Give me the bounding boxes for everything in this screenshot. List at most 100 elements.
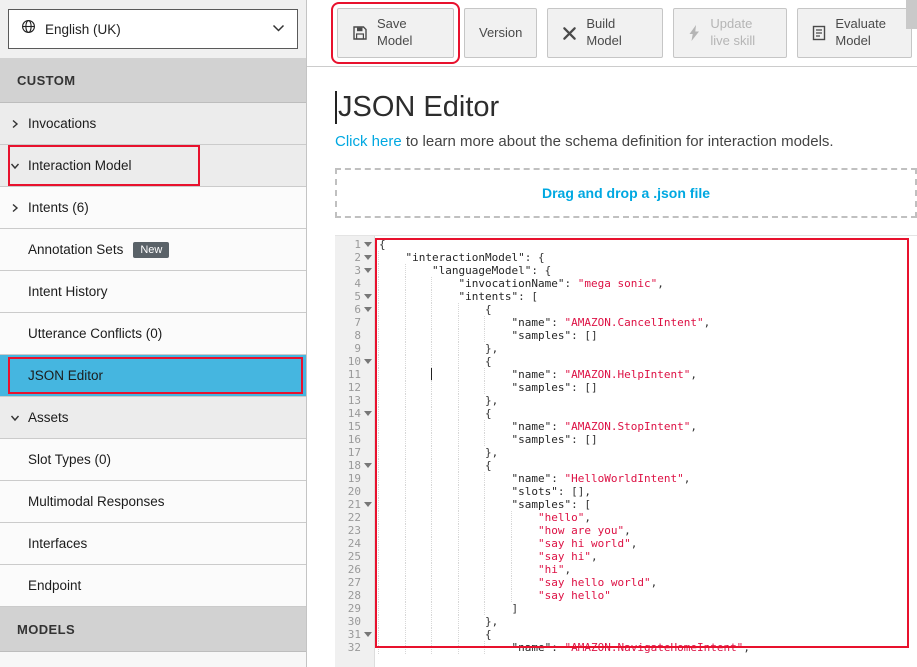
- code-line[interactable]: "samples": []: [379, 329, 917, 342]
- code-line[interactable]: "samples": []: [379, 433, 917, 446]
- editor-code[interactable]: { "interactionModel": { "languageModel":…: [375, 236, 917, 667]
- sidebar-item-intent-history[interactable]: Intent History: [0, 271, 306, 313]
- main-panel: Save ModelVersionBuild ModelUpdate live …: [307, 0, 917, 667]
- code-line[interactable]: "hi",: [379, 563, 917, 576]
- code-line[interactable]: {: [379, 355, 917, 368]
- line-number: 1: [354, 238, 361, 251]
- toolbar-button-label: Version: [479, 25, 522, 42]
- code-line[interactable]: "hello",: [379, 511, 917, 524]
- fold-toggle[interactable]: [364, 359, 372, 364]
- line-number: 11: [348, 368, 361, 381]
- dropzone-label: Drag and drop a .json file: [542, 185, 710, 201]
- line-number: 13: [348, 394, 361, 407]
- schema-help-rest: to learn more about the schema definitio…: [402, 133, 834, 150]
- line-number: 27: [348, 576, 361, 589]
- sidebar-item-invocations[interactable]: Invocations: [0, 103, 306, 145]
- code-line[interactable]: "say hello world",: [379, 576, 917, 589]
- sidebar-item-label: Slot Types (0): [28, 452, 111, 467]
- code-line[interactable]: "name": "HelloWorldIntent",: [379, 472, 917, 485]
- line-number: 16: [348, 433, 361, 446]
- text-cursor: [335, 91, 337, 124]
- sidebar-item-utterance-conflicts-0[interactable]: Utterance Conflicts (0): [0, 313, 306, 355]
- chevron-right-icon: [10, 203, 28, 213]
- sidebar-filler: [0, 652, 306, 667]
- code-line[interactable]: "invocationName": "mega sonic",: [379, 277, 917, 290]
- fold-toggle[interactable]: [364, 411, 372, 416]
- code-line[interactable]: {: [379, 303, 917, 316]
- code-line[interactable]: "languageModel": {: [379, 264, 917, 277]
- sidebar-item-label: JSON Editor: [28, 368, 103, 383]
- code-line[interactable]: "say hi",: [379, 550, 917, 563]
- code-line[interactable]: "say hello": [379, 589, 917, 602]
- code-line[interactable]: {: [379, 628, 917, 641]
- sidebar-item-interfaces[interactable]: Interfaces: [0, 523, 306, 565]
- language-selector[interactable]: English (UK): [8, 9, 298, 49]
- sidebar-item-label: Intents (6): [28, 200, 89, 215]
- line-number: 8: [354, 329, 361, 342]
- sidebar-item-annotation-sets[interactable]: Annotation SetsNew: [0, 229, 306, 271]
- code-line[interactable]: },: [379, 446, 917, 459]
- code-line[interactable]: "samples": []: [379, 381, 917, 394]
- editor-gutter: 1234567891011121314151617181920212223242…: [335, 236, 375, 667]
- code-line[interactable]: },: [379, 342, 917, 355]
- code-line[interactable]: "name": "AMAZON.HelpIntent",: [379, 368, 917, 381]
- sidebar-item-json-editor[interactable]: JSON Editor: [0, 355, 306, 397]
- chevron-down-icon: [10, 161, 28, 171]
- code-line[interactable]: "name": "AMAZON.CancelIntent",: [379, 316, 917, 329]
- custom-section-header: CUSTOM: [0, 58, 306, 103]
- save-model-button[interactable]: Save Model: [337, 8, 454, 58]
- chevron-down-icon: [10, 413, 28, 423]
- fold-toggle[interactable]: [364, 268, 372, 273]
- version-button[interactable]: Version: [464, 8, 537, 58]
- code-line[interactable]: },: [379, 615, 917, 628]
- sidebar-item-intents-6[interactable]: Intents (6): [0, 187, 306, 229]
- evaluate-model-button[interactable]: Evaluate Model: [797, 8, 912, 58]
- code-line[interactable]: "samples": [: [379, 498, 917, 511]
- sidebar-item-interaction-model[interactable]: Interaction Model: [0, 145, 306, 187]
- line-number: 7: [354, 316, 361, 329]
- line-number: 24: [348, 537, 361, 550]
- line-number: 5: [354, 290, 361, 303]
- fold-toggle[interactable]: [364, 502, 372, 507]
- line-number: 31: [348, 628, 361, 641]
- line-number: 30: [348, 615, 361, 628]
- click-here-link[interactable]: Click here: [335, 133, 402, 150]
- line-number: 29: [348, 602, 361, 615]
- scrollbar-thumb[interactable]: [906, 0, 917, 29]
- new-badge: New: [133, 242, 169, 258]
- code-line[interactable]: "say hi world",: [379, 537, 917, 550]
- sidebar-item-slot-types-0[interactable]: Slot Types (0): [0, 439, 306, 481]
- code-line[interactable]: ]: [379, 602, 917, 615]
- sidebar-item-endpoint[interactable]: Endpoint: [0, 565, 306, 607]
- json-dropzone[interactable]: Drag and drop a .json file: [335, 168, 917, 218]
- fold-toggle[interactable]: [364, 307, 372, 312]
- code-line[interactable]: "interactionModel": {: [379, 251, 917, 264]
- json-code-editor[interactable]: 1234567891011121314151617181920212223242…: [335, 235, 917, 667]
- line-number: 17: [348, 446, 361, 459]
- evaluate-icon: [812, 25, 826, 41]
- json-editor-page: JSON Editor Click here to learn more abo…: [307, 67, 917, 667]
- fold-toggle[interactable]: [364, 294, 372, 299]
- code-line[interactable]: "intents": [: [379, 290, 917, 303]
- sidebar-item-assets[interactable]: Assets: [0, 397, 306, 439]
- build-model-button[interactable]: Build Model: [547, 8, 663, 58]
- line-number: 19: [348, 472, 361, 485]
- code-line[interactable]: {: [379, 407, 917, 420]
- code-line[interactable]: "how are you",: [379, 524, 917, 537]
- code-line[interactable]: "slots": [],: [379, 485, 917, 498]
- sidebar-item-multimodal-responses[interactable]: Multimodal Responses: [0, 481, 306, 523]
- code-line[interactable]: },: [379, 394, 917, 407]
- fold-toggle[interactable]: [364, 255, 372, 260]
- sidebar: English (UK) CUSTOM InvocationsInteracti…: [0, 0, 307, 667]
- fold-toggle[interactable]: [364, 632, 372, 637]
- code-line[interactable]: {: [379, 459, 917, 472]
- page-title-text: JSON Editor: [338, 91, 499, 124]
- sidebar-item-label: Intent History: [28, 284, 108, 299]
- fold-toggle[interactable]: [364, 242, 372, 247]
- code-line[interactable]: {: [379, 238, 917, 251]
- code-line[interactable]: "name": "AMAZON.NavigateHomeIntent",: [379, 641, 917, 654]
- line-number: 28: [348, 589, 361, 602]
- code-line[interactable]: "name": "AMAZON.StopIntent",: [379, 420, 917, 433]
- line-number: 2: [354, 251, 361, 264]
- fold-toggle[interactable]: [364, 463, 372, 468]
